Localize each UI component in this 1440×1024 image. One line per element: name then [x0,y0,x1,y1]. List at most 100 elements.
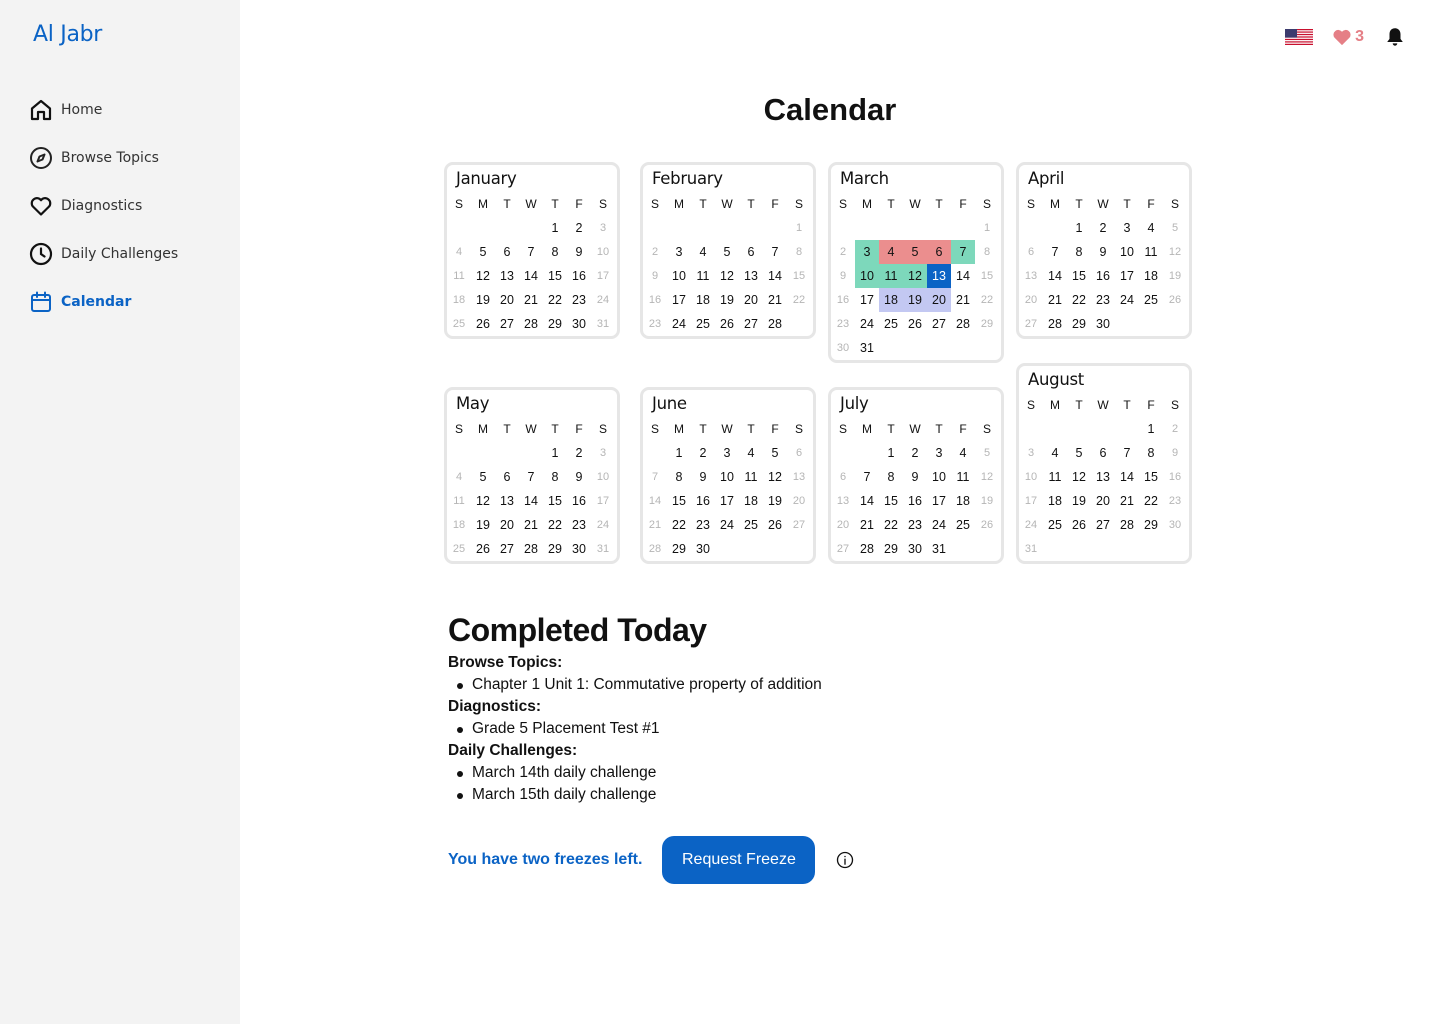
day-cell[interactable]: 20 [831,513,855,537]
day-cell[interactable]: 30 [691,537,715,561]
day-cell[interactable]: 29 [667,537,691,561]
day-cell[interactable]: 11 [447,264,471,288]
day-cell[interactable]: 29 [975,312,999,336]
day-cell[interactable]: 3 [927,441,951,465]
day-cell[interactable]: 15 [543,264,567,288]
day-cell[interactable]: 7 [1115,441,1139,465]
day-cell[interactable]: 29 [543,537,567,561]
sidebar-item-diagnostics[interactable]: Diagnostics [28,182,178,230]
day-cell[interactable]: 4 [739,441,763,465]
day-cell[interactable]: 28 [643,537,667,561]
day-cell[interactable]: 1 [543,216,567,240]
sidebar-item-daily-challenges[interactable]: Daily Challenges [28,230,178,278]
day-cell[interactable]: 28 [855,537,879,561]
day-cell[interactable]: 23 [643,312,667,336]
day-cell[interactable]: 1 [787,216,811,240]
day-cell[interactable]: 28 [1043,312,1067,336]
day-cell[interactable]: 14 [855,489,879,513]
day-cell[interactable]: 26 [903,312,927,336]
day-cell[interactable]: 6 [495,240,519,264]
day-cell[interactable]: 22 [787,288,811,312]
day-cell[interactable]: 17 [715,489,739,513]
day-cell[interactable]: 15 [543,489,567,513]
day-cell[interactable]: 10 [1115,240,1139,264]
day-cell[interactable]: 13 [927,264,951,288]
day-cell[interactable]: 21 [763,288,787,312]
day-cell[interactable]: 22 [667,513,691,537]
day-cell[interactable]: 31 [855,336,879,360]
us-flag-icon[interactable] [1285,29,1314,45]
day-cell[interactable]: 22 [543,513,567,537]
day-cell[interactable]: 25 [951,513,975,537]
day-cell[interactable]: 25 [1139,288,1163,312]
day-cell[interactable]: 23 [567,513,591,537]
list-item[interactable]: March 15th daily challenge [448,784,1148,806]
day-cell[interactable]: 4 [447,465,471,489]
day-cell[interactable]: 14 [763,264,787,288]
day-cell[interactable]: 5 [471,240,495,264]
day-cell[interactable]: 15 [787,264,811,288]
day-cell[interactable]: 7 [855,465,879,489]
day-cell[interactable]: 14 [1115,465,1139,489]
day-cell[interactable]: 25 [1043,513,1067,537]
day-cell[interactable]: 31 [591,537,615,561]
day-cell[interactable]: 17 [667,288,691,312]
day-cell[interactable]: 6 [831,465,855,489]
day-cell[interactable]: 9 [831,264,855,288]
day-cell[interactable]: 21 [1115,489,1139,513]
day-cell[interactable]: 30 [831,336,855,360]
day-cell[interactable]: 25 [739,513,763,537]
day-cell[interactable]: 3 [1115,216,1139,240]
day-cell[interactable]: 26 [471,312,495,336]
day-cell[interactable]: 19 [1163,264,1187,288]
day-cell[interactable]: 19 [471,288,495,312]
day-cell[interactable]: 10 [667,264,691,288]
day-cell[interactable]: 8 [879,465,903,489]
day-cell[interactable]: 19 [1067,489,1091,513]
day-cell[interactable]: 27 [495,537,519,561]
day-cell[interactable]: 4 [951,441,975,465]
day-cell[interactable]: 18 [951,489,975,513]
day-cell[interactable]: 2 [567,216,591,240]
day-cell[interactable]: 14 [519,489,543,513]
day-cell[interactable]: 7 [519,465,543,489]
day-cell[interactable]: 10 [1019,465,1043,489]
bell-icon[interactable] [1384,26,1406,48]
day-cell[interactable]: 12 [471,264,495,288]
day-cell[interactable]: 1 [879,441,903,465]
day-cell[interactable]: 30 [567,312,591,336]
day-cell[interactable]: 18 [447,513,471,537]
day-cell[interactable]: 27 [1091,513,1115,537]
day-cell[interactable]: 11 [691,264,715,288]
day-cell[interactable]: 15 [975,264,999,288]
day-cell[interactable]: 6 [495,465,519,489]
hearts-counter[interactable]: 3 [1332,28,1364,46]
day-cell[interactable]: 26 [471,537,495,561]
day-cell[interactable]: 4 [1043,441,1067,465]
day-cell[interactable]: 13 [495,489,519,513]
day-cell[interactable]: 25 [447,537,471,561]
day-cell[interactable]: 17 [591,264,615,288]
day-cell[interactable]: 21 [519,288,543,312]
day-cell[interactable]: 23 [903,513,927,537]
day-cell[interactable]: 7 [519,240,543,264]
day-cell[interactable]: 9 [567,240,591,264]
day-cell[interactable]: 31 [1019,537,1043,561]
day-cell[interactable]: 6 [787,441,811,465]
day-cell[interactable]: 13 [1019,264,1043,288]
day-cell[interactable]: 20 [1019,288,1043,312]
day-cell[interactable]: 16 [1163,465,1187,489]
list-item[interactable]: Chapter 1 Unit 1: Commutative property o… [448,674,1148,696]
day-cell[interactable]: 15 [1067,264,1091,288]
day-cell[interactable]: 30 [1091,312,1115,336]
day-cell[interactable]: 16 [831,288,855,312]
day-cell[interactable]: 30 [1163,513,1187,537]
day-cell[interactable]: 6 [739,240,763,264]
day-cell[interactable]: 22 [879,513,903,537]
day-cell[interactable]: 9 [1163,441,1187,465]
day-cell[interactable]: 24 [591,513,615,537]
day-cell[interactable]: 28 [1115,513,1139,537]
day-cell[interactable]: 15 [879,489,903,513]
day-cell[interactable]: 16 [1091,264,1115,288]
day-cell[interactable]: 21 [951,288,975,312]
